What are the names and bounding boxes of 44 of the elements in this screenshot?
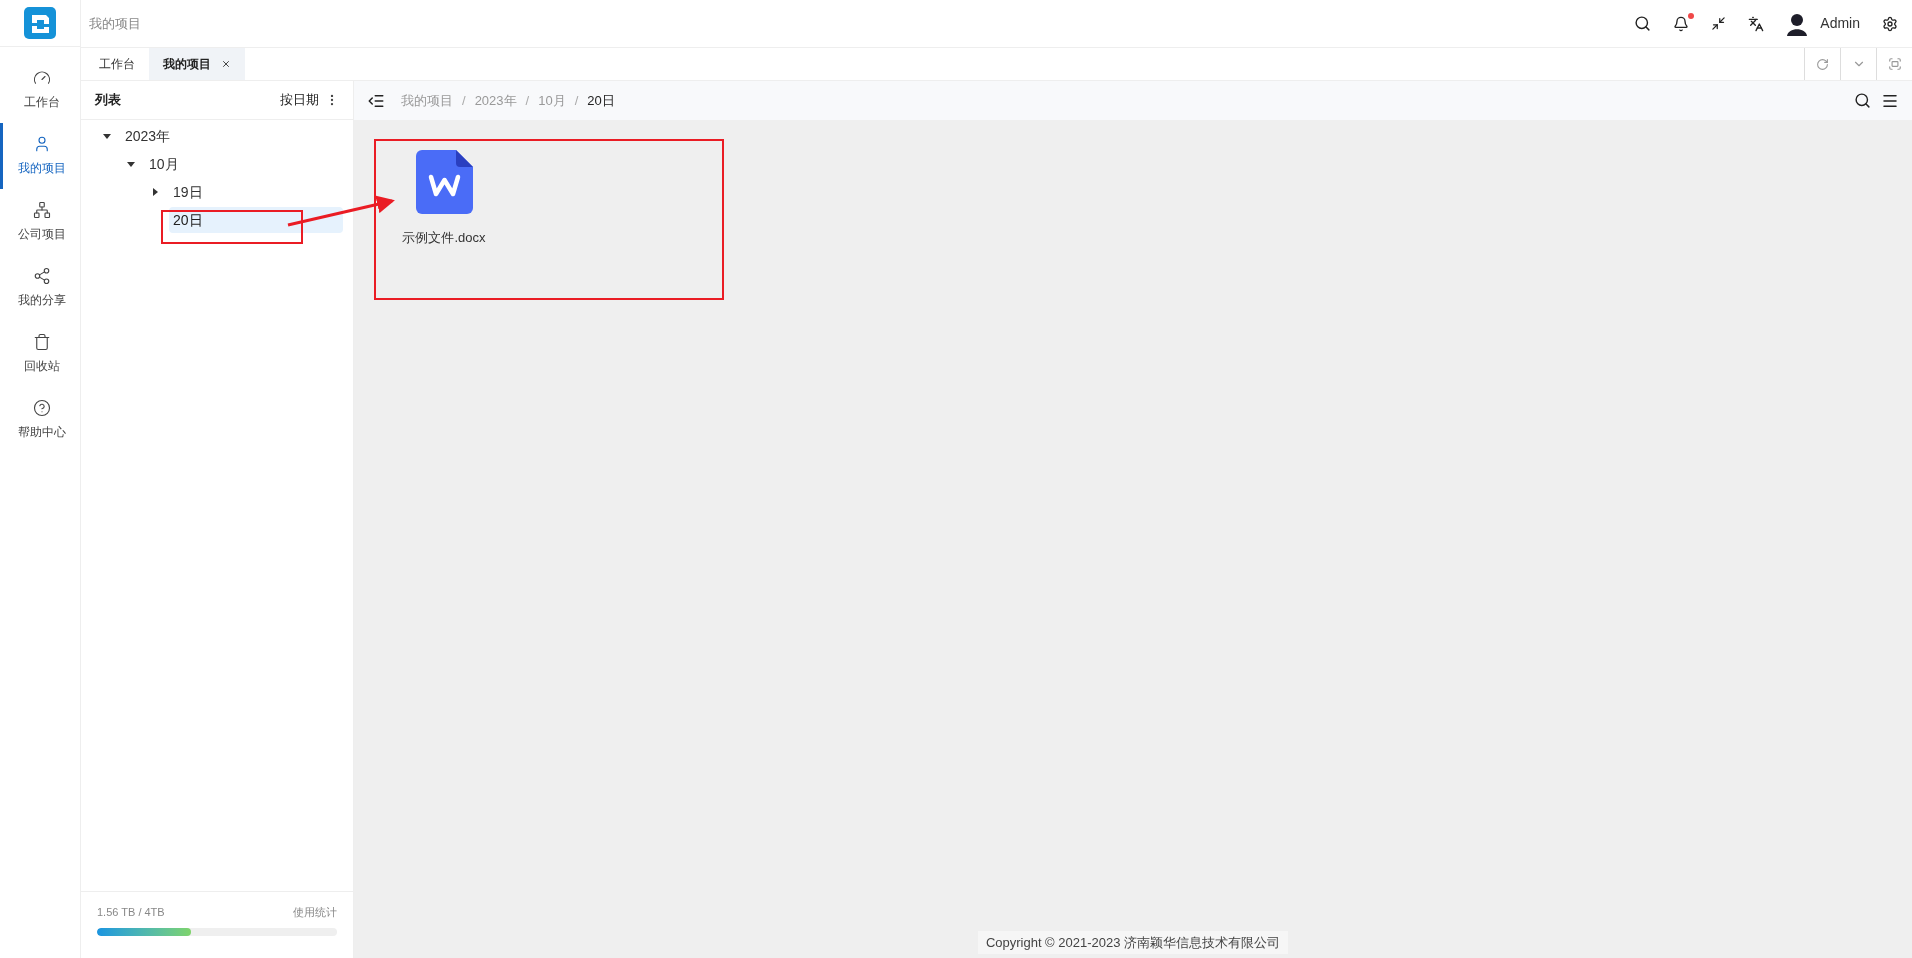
refresh-icon (1816, 57, 1829, 71)
document-icon[interactable] (415, 150, 473, 214)
caret-down-icon[interactable] (127, 161, 135, 167)
search-icon[interactable] (1854, 92, 1871, 109)
nav-item[interactable]: 回收站 (0, 321, 80, 387)
caret-down-icon[interactable] (103, 133, 111, 139)
file-name[interactable]: 示例文件.docx (402, 228, 486, 248)
logo-icon (24, 7, 56, 39)
copyright-text: Copyright © 2021-2023 济南颖华信息技术有限公司 (977, 930, 1289, 954)
gauge-icon (32, 69, 51, 87)
hierarchy-icon (32, 201, 51, 219)
nav-item[interactable]: 我的项目 (0, 123, 80, 189)
close-icon[interactable] (221, 59, 231, 69)
help-icon (32, 399, 51, 417)
breadcrumb-separator: / (525, 91, 530, 110)
nav-item[interactable]: 公司项目 (0, 189, 80, 255)
tree-item[interactable]: 19日 (169, 179, 343, 205)
panel-title: 列表 (95, 91, 121, 110)
collapse-icon[interactable] (1711, 16, 1727, 31)
breadcrumb-separator: / (574, 91, 579, 110)
nav-item[interactable]: 帮助中心 (0, 387, 80, 453)
user-name[interactable]: Admin (1820, 13, 1860, 34)
usage-stats-link[interactable]: 使用统计 (293, 903, 337, 920)
bell-icon[interactable] (1673, 15, 1690, 32)
share-icon (32, 267, 51, 285)
search-icon[interactable] (1634, 15, 1652, 32)
translate-icon[interactable] (1748, 15, 1765, 32)
avatar-icon[interactable] (1786, 11, 1809, 36)
breadcrumb-separator: / (462, 91, 466, 110)
settings-icon[interactable] (1882, 15, 1898, 32)
nav-item[interactable]: 工作台 (0, 57, 80, 123)
tree-item[interactable]: 10月 (145, 151, 343, 177)
sort-selector[interactable]: 按日期 (280, 90, 319, 110)
fullscreen-icon (1887, 57, 1902, 71)
tab[interactable]: 我的项目 (149, 48, 245, 80)
nav-item[interactable]: 我的分享 (0, 255, 80, 321)
tree-item[interactable]: 2023年 (121, 123, 343, 149)
page-title: 我的项目 (89, 14, 141, 33)
caret-right-icon[interactable] (152, 188, 158, 196)
tree-item[interactable]: 20日 (169, 207, 343, 233)
storage-usage: 1.56 TB / 4TB (97, 904, 165, 920)
breadcrumb-item[interactable]: 20日 (587, 90, 615, 111)
tab[interactable]: 工作台 (85, 48, 149, 80)
trash-icon (32, 333, 51, 351)
